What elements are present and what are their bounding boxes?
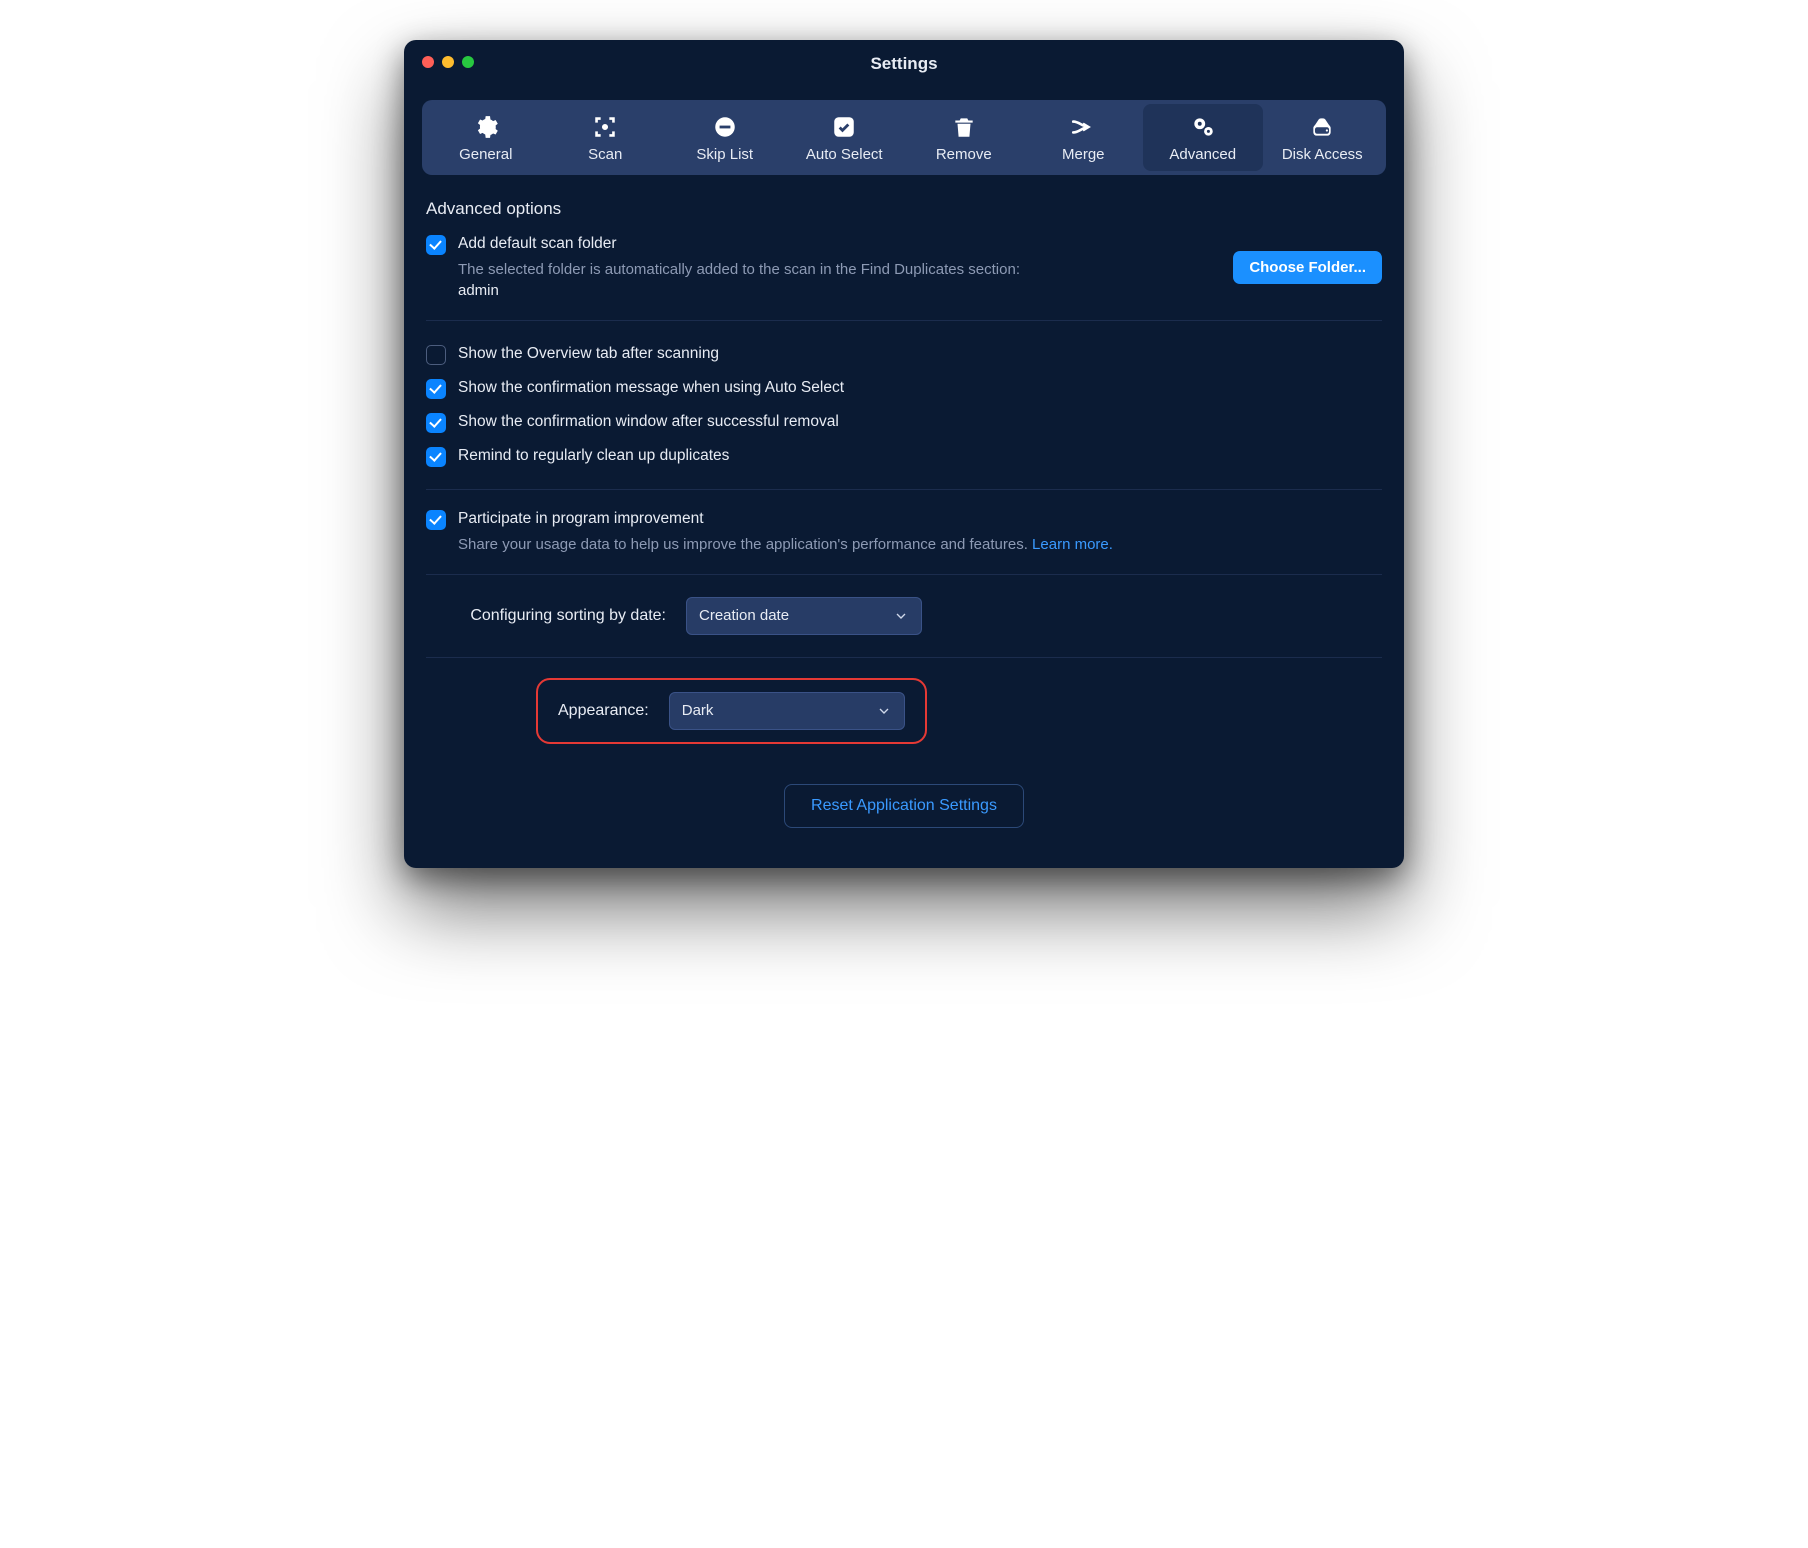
chevron-down-icon	[893, 608, 909, 624]
zoom-window-button[interactable]	[462, 56, 474, 68]
tab-general[interactable]: General	[426, 104, 546, 171]
tab-label: Disk Access	[1282, 146, 1363, 163]
divider	[426, 657, 1382, 658]
reset-settings-button[interactable]: Reset Application Settings	[784, 784, 1024, 828]
tab-auto-select[interactable]: Auto Select	[785, 104, 905, 171]
checkbox-confirm-removal[interactable]	[426, 413, 446, 433]
option-add-default-folder: Add default scan folder The selected fol…	[426, 229, 1382, 306]
chevron-down-icon	[876, 703, 892, 719]
tab-remove[interactable]: Remove	[904, 104, 1024, 171]
option-label: Remind to regularly clean up duplicates	[458, 445, 729, 467]
titlebar: Settings	[404, 40, 1404, 88]
gears-icon	[1190, 114, 1216, 140]
appearance-highlight: Appearance: Dark	[536, 678, 927, 744]
sorting-value: Creation date	[699, 607, 789, 624]
tab-merge[interactable]: Merge	[1024, 104, 1144, 171]
tab-label: Auto Select	[806, 146, 883, 163]
option-confirm-auto-select: Show the confirmation message when using…	[426, 371, 1382, 405]
tab-label: Skip List	[696, 146, 753, 163]
minus-circle-icon	[712, 114, 738, 140]
content-area: Advanced options Add default scan folder…	[404, 175, 1404, 828]
checkbox-confirm-auto-select[interactable]	[426, 379, 446, 399]
tab-label: Merge	[1062, 146, 1105, 163]
tab-label: General	[459, 146, 512, 163]
tab-disk-access[interactable]: Disk Access	[1263, 104, 1383, 171]
appearance-value: Dark	[682, 702, 714, 719]
tab-skip-list[interactable]: Skip List	[665, 104, 785, 171]
choose-folder-button[interactable]: Choose Folder...	[1233, 251, 1382, 284]
option-label: Add default scan folder	[458, 233, 1221, 255]
settings-tabbar: General Scan Skip List Auto Select Remov…	[422, 100, 1386, 175]
settings-window: Settings General Scan Skip List Auto Sel…	[404, 40, 1404, 868]
close-window-button[interactable]	[422, 56, 434, 68]
sorting-row: Configuring sorting by date: Creation da…	[426, 589, 1382, 643]
tab-advanced[interactable]: Advanced	[1143, 104, 1263, 171]
checkbox-add-default-folder[interactable]	[426, 235, 446, 255]
option-program-improvement: Participate in program improvement Share…	[426, 504, 1382, 559]
divider	[426, 489, 1382, 490]
checkbox-show-overview[interactable]	[426, 345, 446, 365]
gear-icon	[473, 114, 499, 140]
window-title: Settings	[870, 54, 937, 74]
sorting-label: Configuring sorting by date:	[426, 607, 666, 625]
disk-icon	[1309, 114, 1335, 140]
option-show-overview: Show the Overview tab after scanning	[426, 337, 1382, 371]
selected-folder-name: admin	[458, 282, 499, 299]
option-remind-cleanup: Remind to regularly clean up duplicates	[426, 439, 1382, 473]
section-title: Advanced options	[426, 199, 1382, 219]
option-description: Share your usage data to help us improve…	[458, 534, 1382, 556]
sorting-select[interactable]: Creation date	[686, 597, 922, 635]
window-controls	[422, 56, 474, 68]
scan-icon	[592, 114, 618, 140]
divider	[426, 320, 1382, 321]
learn-more-link[interactable]: Learn more.	[1032, 536, 1113, 553]
option-label: Participate in program improvement	[458, 508, 1382, 530]
checkbox-remind-cleanup[interactable]	[426, 447, 446, 467]
trash-icon	[951, 114, 977, 140]
option-description: The selected folder is automatically add…	[458, 259, 1221, 303]
tab-label: Remove	[936, 146, 992, 163]
option-label: Show the confirmation message when using…	[458, 377, 844, 399]
tab-label: Advanced	[1169, 146, 1236, 163]
option-label: Show the confirmation window after succe…	[458, 411, 839, 433]
tab-label: Scan	[588, 146, 622, 163]
appearance-label: Appearance:	[558, 702, 649, 720]
option-confirm-removal: Show the confirmation window after succe…	[426, 405, 1382, 439]
tab-scan[interactable]: Scan	[546, 104, 666, 171]
checkbox-program-improvement[interactable]	[426, 510, 446, 530]
option-label: Show the Overview tab after scanning	[458, 343, 719, 365]
appearance-select[interactable]: Dark	[669, 692, 905, 730]
merge-icon	[1070, 114, 1096, 140]
check-square-icon	[831, 114, 857, 140]
minimize-window-button[interactable]	[442, 56, 454, 68]
divider	[426, 574, 1382, 575]
